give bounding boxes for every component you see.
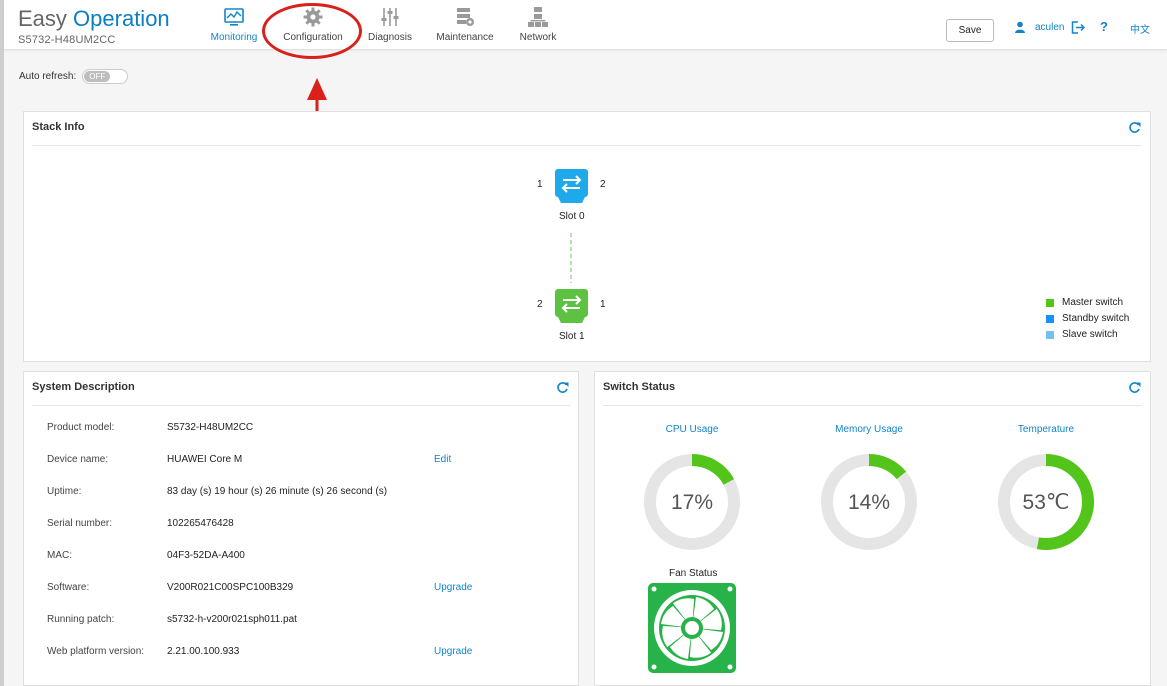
memory-usage-value: 14% [848, 491, 890, 514]
left-edge [0, 0, 4, 686]
switch-icon[interactable] [555, 169, 588, 204]
save-button[interactable]: Save [946, 19, 994, 42]
tab-maintenance[interactable]: Maintenance [432, 6, 498, 48]
stack-info-panel: Stack Info 1 2 Slot 0 2 1 Slot 1 Master … [23, 111, 1151, 362]
temperature-value: 53℃ [1023, 491, 1070, 514]
temperature-label: Temperature [1017, 424, 1075, 435]
upgrade-software-link[interactable]: Upgrade [434, 582, 472, 593]
auto-refresh: Auto refresh: OFF [19, 69, 129, 84]
username: aculen [1035, 21, 1065, 33]
edit-device-name-link[interactable]: Edit [434, 454, 451, 465]
legend-label: Slave switch [1062, 329, 1118, 340]
app-title-operation: Operation [73, 6, 170, 31]
device-name-value: HUAWEI Core M [167, 454, 243, 465]
stack-link [570, 233, 572, 283]
slot1-right-port: 1 [600, 299, 606, 310]
refresh-icon[interactable] [1128, 121, 1141, 134]
user-menu[interactable]: aculen [1014, 21, 1064, 33]
language-switch[interactable]: 中文 [1130, 21, 1150, 36]
legend-swatch [1046, 330, 1054, 339]
system-description-panel: System Description Product model: S5732-… [23, 371, 579, 686]
app-title-easy: Easy [18, 6, 67, 31]
memory-gauge: 14% [821, 454, 917, 550]
switch-status-panel: Switch Status CPU Usage Memory Usage Tem… [594, 371, 1151, 686]
tab-maintenance-label: Maintenance [436, 32, 494, 43]
switch-icon[interactable] [555, 289, 588, 324]
divider [32, 405, 570, 406]
mac-value: 04F3-52DA-A400 [167, 550, 245, 561]
uptime-label: Uptime: [47, 486, 82, 497]
auto-refresh-label: Auto refresh: [19, 71, 77, 82]
legend-master: Master switch [1046, 297, 1123, 308]
tab-diagnosis[interactable]: Diagnosis [364, 6, 416, 48]
memory-usage-label: Memory Usage [835, 424, 903, 435]
tab-network[interactable]: Network [514, 6, 562, 48]
running-patch-label: Running patch: [47, 614, 115, 625]
refresh-icon[interactable] [556, 381, 569, 394]
device-name-label: Device name: [47, 454, 109, 465]
app-title: Easy Operation [18, 6, 170, 32]
annotation-circle [262, 3, 362, 59]
switch-status-title: Switch Status [603, 381, 676, 393]
software-value: V200R021C00SPC100B329 [167, 582, 294, 593]
divider [603, 405, 1142, 406]
software-label: Software: [47, 582, 90, 593]
refresh-icon[interactable] [1128, 381, 1141, 394]
device-model: S5732-H48UM2CC [18, 34, 116, 46]
tab-diagnosis-label: Diagnosis [368, 32, 412, 43]
tab-monitoring-label: Monitoring [210, 32, 258, 43]
logout-icon[interactable] [1071, 21, 1085, 34]
upgrade-web-platform-link[interactable]: Upgrade [434, 646, 472, 657]
uptime-value: 83 day (s) 19 hour (s) 26 minute (s) 26 … [167, 486, 388, 497]
cpu-usage-value: 17% [671, 491, 713, 514]
stack-info-title: Stack Info [32, 121, 85, 133]
tab-network-label: Network [519, 32, 557, 43]
serial-number-value: 102265476428 [167, 518, 234, 529]
slot0-label: Slot 0 [559, 211, 585, 222]
auto-refresh-toggle[interactable]: OFF [82, 69, 129, 84]
slot0-left-port: 1 [537, 179, 543, 190]
serial-number-label: Serial number: [47, 518, 113, 529]
slot0-right-port: 2 [600, 179, 606, 190]
fan-status-label: Fan Status [669, 568, 718, 579]
product-model-value: S5732-H48UM2CC [167, 422, 254, 433]
running-patch-value: s5732-h-v200r021sph011.pat [167, 614, 297, 625]
web-platform-version-label: Web platform version: [47, 646, 145, 657]
brand: Easy Operation S5732-H48UM2CC [18, 6, 170, 46]
toggle-state: OFF [84, 71, 111, 82]
fan-icon [648, 583, 736, 673]
divider [32, 145, 1142, 146]
maintenance-icon [457, 8, 474, 26]
legend-slave: Slave switch [1046, 329, 1118, 340]
cpu-usage-label: CPU Usage [665, 424, 719, 435]
tab-monitoring[interactable]: Monitoring [206, 6, 262, 48]
sliders-icon [381, 8, 399, 26]
legend-standby: Standby switch [1046, 313, 1129, 324]
legend-label: Standby switch [1062, 313, 1130, 324]
help-icon[interactable]: ? [1100, 19, 1108, 34]
slot1-label: Slot 1 [559, 331, 585, 342]
network-icon [528, 7, 548, 27]
system-description-title: System Description [32, 381, 135, 393]
web-platform-version-value: 2.21.00.100.933 [167, 646, 240, 657]
slot1-left-port: 2 [537, 299, 543, 310]
temperature-gauge: 53℃ [998, 454, 1094, 550]
legend-swatch [1046, 298, 1054, 307]
legend-label: Master switch [1062, 297, 1124, 308]
cpu-gauge: 17% [644, 454, 740, 550]
user-icon [1015, 21, 1025, 33]
monitor-icon [224, 8, 244, 26]
product-model-label: Product model: [47, 422, 115, 433]
top-header: Easy Operation S5732-H48UM2CC Monitoring… [4, 0, 1167, 50]
mac-label: MAC: [47, 550, 72, 561]
legend-swatch [1046, 314, 1054, 323]
